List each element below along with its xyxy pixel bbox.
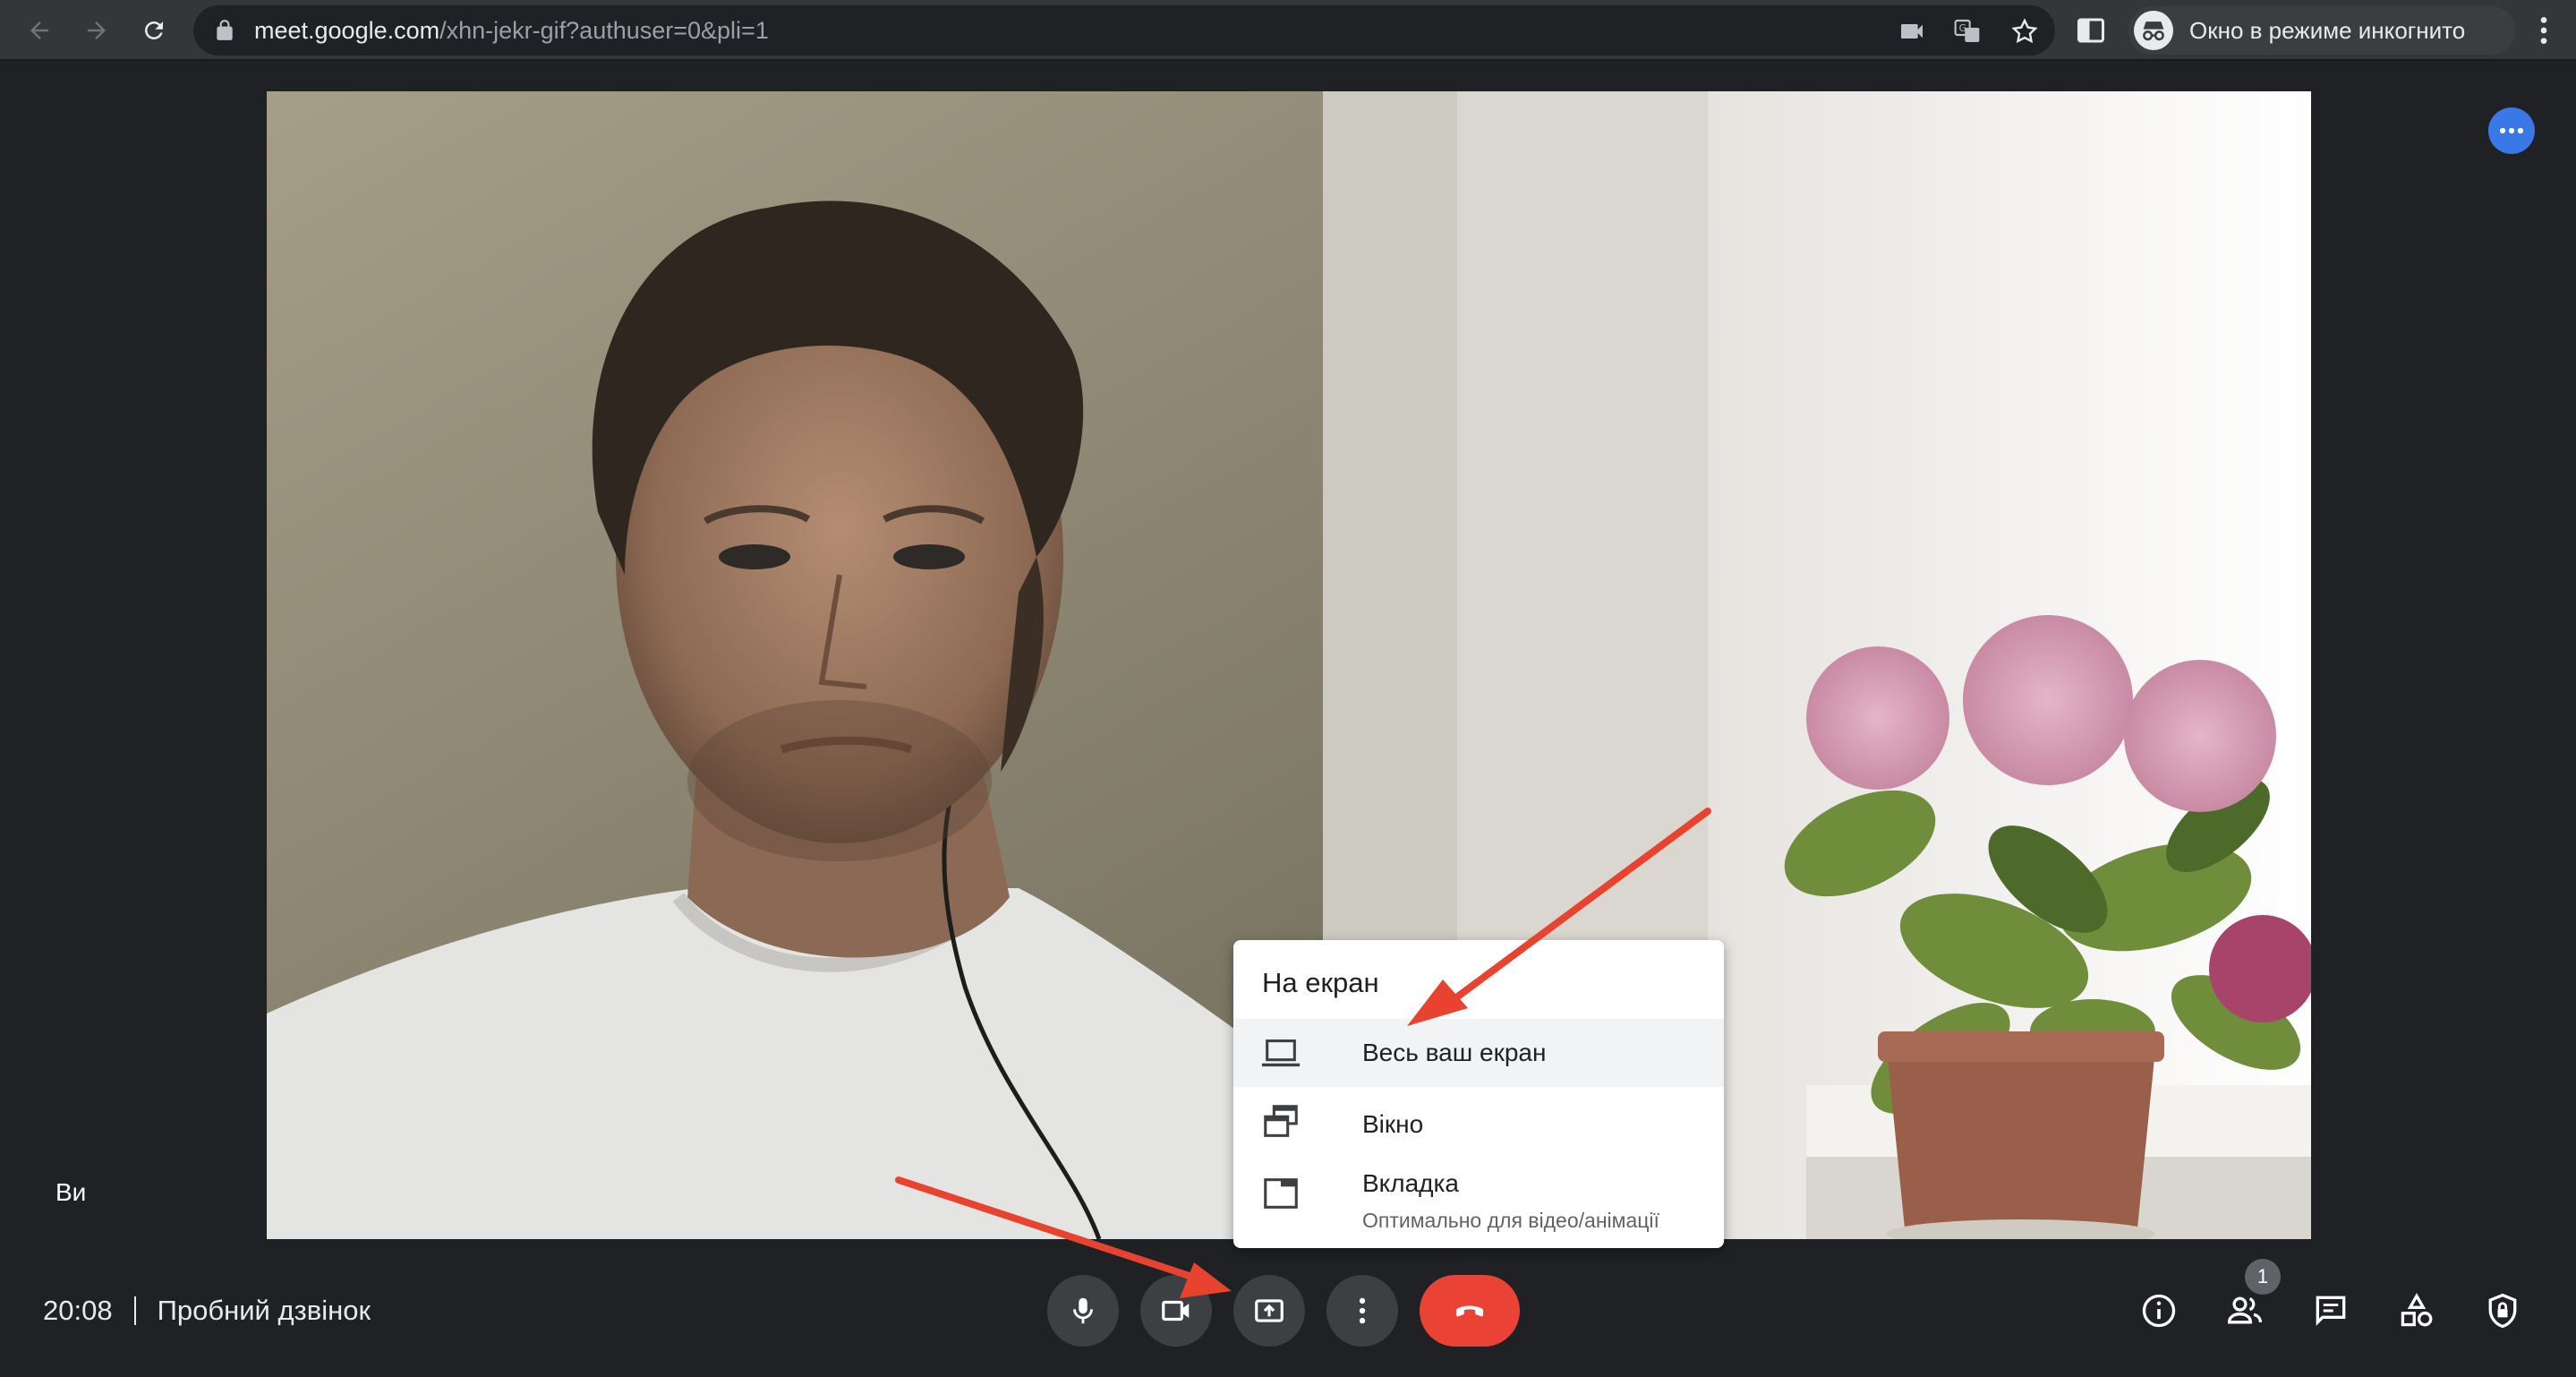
- svg-text:G: G: [1959, 22, 1966, 34]
- camera-permission-button[interactable]: [1898, 17, 1926, 46]
- more-horizontal-icon: [2499, 127, 2524, 134]
- side-panel-icon[interactable]: [2075, 14, 2107, 47]
- kebab-menu-icon[interactable]: [2526, 13, 2562, 48]
- reload-button[interactable]: [134, 11, 174, 50]
- people-icon: [2227, 1296, 2263, 1324]
- back-arrow-icon: [30, 21, 48, 39]
- present-entire-screen-label: Весь ваш екран: [1362, 1039, 1547, 1066]
- camera-icon: [1162, 1300, 1190, 1321]
- incognito-indicator[interactable]: Окно в режиме инкогнито: [2128, 6, 2515, 55]
- microphone-icon: [1073, 1297, 1093, 1324]
- laptop-icon: [1261, 1039, 1301, 1067]
- star-icon: [2011, 18, 2038, 44]
- reload-icon: [144, 21, 163, 39]
- end-call-button[interactable]: [1420, 1275, 1520, 1347]
- more-participants-button[interactable]: [2488, 107, 2535, 154]
- end-call-icon: [1455, 1305, 1484, 1317]
- present-entire-screen[interactable]: Весь ваш екран: [1233, 1019, 1724, 1087]
- back-button[interactable]: [20, 11, 59, 50]
- meeting-name: Пробний дзвінок: [157, 1295, 371, 1326]
- bookmark-button[interactable]: [2010, 17, 2039, 46]
- present-screen-button[interactable]: [1233, 1275, 1305, 1347]
- chat-icon: [2316, 1296, 2346, 1326]
- participants-count-badge: 1: [2245, 1259, 2281, 1295]
- forward-button[interactable]: [77, 11, 116, 50]
- present-menu: На екран Весь ваш екран Вікно Вкладка Оп…: [1233, 940, 1724, 1248]
- more-options-button[interactable]: [1326, 1275, 1398, 1347]
- lock-icon: [217, 20, 233, 40]
- meeting-details-button[interactable]: [2136, 1287, 2182, 1334]
- host-controls-icon: [2488, 1293, 2517, 1329]
- self-name-label: Ви: [55, 1178, 87, 1206]
- present-window-label: Вікно: [1362, 1110, 1424, 1138]
- present-menu-title: На екран: [1262, 967, 1379, 998]
- camera-button[interactable]: [1140, 1275, 1212, 1347]
- tab-icon: [1264, 1178, 1298, 1209]
- chat-button[interactable]: [2307, 1287, 2354, 1334]
- url-host: meet.google.com: [254, 17, 440, 44]
- present-window[interactable]: Вікно: [1233, 1090, 1724, 1159]
- address-bar[interactable]: meet.google.com/xhn-jekr-gif?authuser=0&…: [193, 5, 2055, 56]
- microphone-button[interactable]: [1047, 1275, 1119, 1347]
- browser-toolbar: meet.google.com/xhn-jekr-gif?authuser=0&…: [0, 0, 2576, 61]
- present-tab-sublabel: Оптимально для відео/анімації: [1362, 1209, 1659, 1232]
- meeting-info-divider: [133, 1296, 136, 1325]
- window-stack-icon: [1264, 1105, 1298, 1137]
- more-options-icon: [1359, 1297, 1366, 1324]
- translate-button[interactable]: G: [1953, 17, 1982, 46]
- translate-icon: G: [1954, 19, 1980, 42]
- url-text: meet.google.com/xhn-jekr-gif?authuser=0&…: [254, 17, 769, 45]
- forward-arrow-icon: [88, 21, 106, 39]
- meeting-clock: 20:08: [43, 1295, 113, 1326]
- incognito-label: Окно в режиме инкогнито: [2189, 16, 2466, 44]
- meeting-info: 20:08 Пробний дзвінок: [43, 1293, 371, 1329]
- incognito-icon: [2134, 11, 2173, 50]
- info-icon: [2142, 1294, 2176, 1328]
- present-tab-label: Вкладка: [1362, 1169, 1459, 1197]
- activities-button[interactable]: [2393, 1287, 2440, 1334]
- camera-icon: [1901, 24, 1923, 38]
- host-controls-button[interactable]: [2479, 1287, 2526, 1334]
- url-path: /xhn-jekr-gif?authuser=0&pli=1: [439, 17, 769, 44]
- present-screen-icon: [1255, 1299, 1284, 1322]
- present-tab[interactable]: Вкладка Оптимально для відео/анімації: [1233, 1160, 1724, 1243]
- activities-icon: [2401, 1293, 2433, 1327]
